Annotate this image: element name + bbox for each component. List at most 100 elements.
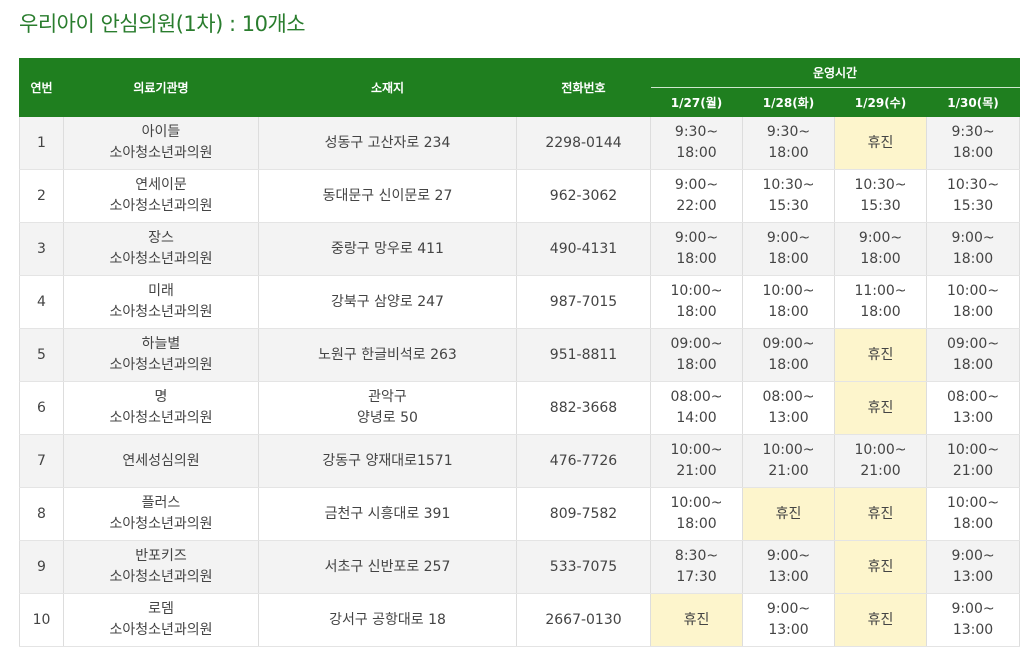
hours-close: 18:00 bbox=[952, 145, 994, 161]
header-no: 연번 bbox=[19, 58, 64, 117]
cell-hours: 10:30~ 15:30 bbox=[834, 169, 927, 223]
hours-close: 15:30 bbox=[860, 198, 901, 214]
hours-close: 18:00 bbox=[768, 357, 809, 373]
hours-open: 10:30~ bbox=[854, 177, 907, 193]
hours-open: 9:00~ bbox=[766, 230, 811, 246]
hours-open: 9:30~ bbox=[674, 124, 719, 140]
cell-no: 3 bbox=[19, 222, 64, 276]
cell-clinic-name-line: 연세이문 bbox=[135, 177, 187, 193]
cell-clinic-name-line: 소아청소년과의원 bbox=[109, 410, 213, 426]
hours-open: 9:30~ bbox=[951, 124, 995, 140]
cell-hours: 9:00~ 22:00 bbox=[650, 169, 743, 223]
cell-address: 성동구 고산자로 234 bbox=[258, 117, 517, 170]
hours-close: 21:00 bbox=[768, 463, 809, 479]
hours-close: 14:00 bbox=[676, 410, 717, 426]
cell-address: 강북구 삼양로 247 bbox=[258, 275, 517, 329]
hours-open: 08:00~ bbox=[762, 389, 815, 405]
hours-close: 21:00 bbox=[860, 463, 901, 479]
cell-hours-closed: 휴진 bbox=[834, 487, 927, 541]
cell-phone: 987-7015 bbox=[516, 275, 651, 329]
table-body: 1 아이들 소아청소년과의원 성동구 고산자로 234 2298-0144 9:30~ 18… bbox=[19, 117, 1021, 647]
cell-clinic-name-line: 미래 bbox=[148, 283, 174, 299]
cell-clinic-name: 장스소아청소년과의원 bbox=[63, 222, 259, 276]
cell-phone: 2298-0144 bbox=[516, 117, 651, 170]
cell-clinic-name: 연세이문소아청소년과의원 bbox=[63, 169, 259, 223]
cell-hours-closed: 휴진 bbox=[834, 540, 927, 594]
cell-clinic-name-line: 장스 bbox=[148, 230, 174, 246]
cell-hours: 10:00~ 21:00 bbox=[650, 434, 743, 488]
cell-hours: 08:00~ 13:00 bbox=[742, 381, 835, 435]
cell-hours: 9:30~ 18:00 bbox=[650, 117, 743, 170]
hours-close: 18:00 bbox=[860, 304, 901, 320]
hours-close: 13:00 bbox=[952, 410, 994, 426]
cell-phone: 2667-0130 bbox=[516, 593, 651, 647]
table-row: 8 플러스 소아청소년과의원 금천구 시흥대로 391 809-7582 10:00~ 18… bbox=[19, 487, 1021, 541]
hours-open: 10:00~ bbox=[854, 442, 907, 458]
cell-clinic-name: 로뎀 소아청소년과의원 bbox=[63, 593, 259, 647]
header-day: 1/29(수) bbox=[834, 87, 927, 117]
hours-open: 10:00~ bbox=[946, 283, 1000, 299]
hours-open: 08:00~ bbox=[946, 389, 1000, 405]
hours-close: 18:00 bbox=[676, 516, 717, 532]
cell-hours: 09:00~ 18:00 bbox=[925, 328, 1021, 382]
cell-hours: 9:30~ 18:00 bbox=[742, 117, 835, 170]
hours-open: 10:00~ bbox=[946, 495, 1000, 511]
hours-close: 18:00 bbox=[676, 145, 717, 161]
hours-close: 18:00 bbox=[952, 516, 994, 532]
cell-hours: 08:00~ 13:00 bbox=[925, 381, 1021, 435]
table-row: 2 연세이문 소아청소년과의원 동대문구 신이문로 27 962-3062 9:00~ 22… bbox=[19, 169, 1021, 223]
cell-no: 1 bbox=[19, 117, 64, 170]
cell-phone: 951-8811 bbox=[516, 328, 651, 382]
cell-hours: 9:30~ 18:00 bbox=[925, 117, 1021, 170]
cell-clinic-name-line: 반포키즈 bbox=[135, 548, 187, 564]
hours-close: 15:30 bbox=[952, 198, 994, 214]
header-day: 1/27(월) bbox=[650, 87, 743, 117]
cell-address: 강서구 공항대로 18 bbox=[258, 593, 517, 647]
cell-no: 4 bbox=[19, 275, 64, 329]
hours-open: 9:00~ bbox=[766, 548, 811, 564]
cell-no: 7 bbox=[19, 434, 64, 488]
cell-clinic-name: 하늘별 소아청소년과의원 bbox=[63, 328, 259, 382]
cell-phone: 533-7075 bbox=[516, 540, 651, 594]
cell-address: 서초구 신반포로 257 bbox=[258, 540, 517, 594]
header-day: 1/28(화) bbox=[742, 87, 835, 117]
cell-phone: 962-3062 bbox=[516, 169, 651, 223]
cell-no: 6 bbox=[19, 381, 64, 435]
hours-open: 9:00~ bbox=[674, 177, 719, 193]
hours-open: 10:00~ bbox=[946, 442, 1000, 458]
table-row: 9 반포키즈 소아청소년과의원 서초구 신반포로 257 533-7075 8:30~ 17… bbox=[19, 540, 1021, 594]
cell-phone: 882-3668 bbox=[516, 381, 651, 435]
cell-hours-closed: 휴진 bbox=[834, 117, 927, 170]
cell-address-line: 강서구 공항대로 18 bbox=[329, 611, 446, 628]
clinic-table: 연번 의료기관명 소재지 전화번호 운영시간 1/27(월) 1/28(화) 1… bbox=[19, 58, 1021, 647]
cell-address-line: 서초구 신반포로 257 bbox=[324, 558, 451, 575]
cell-hours: 9:00~ 13:00 bbox=[742, 593, 835, 647]
hours-close: 18:00 bbox=[952, 251, 994, 267]
hours-open: 10:00~ bbox=[670, 283, 723, 299]
table-row: 10 로뎀 소아청소년과의원 강서구 공항대로 18 2667-0130 휴진 9:00~ 1… bbox=[19, 593, 1021, 647]
hours-open: 9:00~ bbox=[951, 548, 995, 564]
cell-hours: 10:00~ 21:00 bbox=[742, 434, 835, 488]
cell-phone: 476-7726 bbox=[516, 434, 651, 488]
cell-hours: 08:00~ 14:00 bbox=[650, 381, 743, 435]
cell-hours-closed: 휴진 bbox=[742, 487, 835, 541]
hours-close: 18:00 bbox=[768, 251, 809, 267]
hours-open: 09:00~ bbox=[762, 336, 815, 352]
hours-close: 18:00 bbox=[952, 304, 994, 320]
cell-clinic-name-line: 소아청소년과의원 bbox=[109, 251, 213, 267]
cell-clinic-name: 아이들 소아청소년과의원 bbox=[63, 117, 259, 170]
cell-hours: 9:00~ 13:00 bbox=[925, 593, 1021, 647]
cell-clinic-name-line: 소아청소년과의원 bbox=[109, 198, 213, 214]
cell-no: 10 bbox=[19, 593, 64, 647]
cell-hours: 10:00~ 18:00 bbox=[742, 275, 835, 329]
cell-clinic-name-line: 소아청소년과의원 bbox=[109, 304, 213, 320]
cell-hours: 09:00~ 18:00 bbox=[650, 328, 743, 382]
hours-open: 10:00~ bbox=[762, 442, 815, 458]
cell-hours: 11:00~ 18:00 bbox=[834, 275, 927, 329]
hours-open: 10:30~ bbox=[762, 177, 815, 193]
table-row: 4 미래 소아청소년과의원 강북구 삼양로 247 987-7015 10:00~ 18:0… bbox=[19, 275, 1021, 329]
cell-clinic-name-line: 소아청소년과의원 bbox=[109, 622, 213, 638]
hours-open: 9:30~ bbox=[766, 124, 811, 140]
header-clinic-name: 의료기관명 bbox=[63, 58, 259, 117]
cell-hours: 10:00~ 21:00 bbox=[925, 434, 1021, 488]
